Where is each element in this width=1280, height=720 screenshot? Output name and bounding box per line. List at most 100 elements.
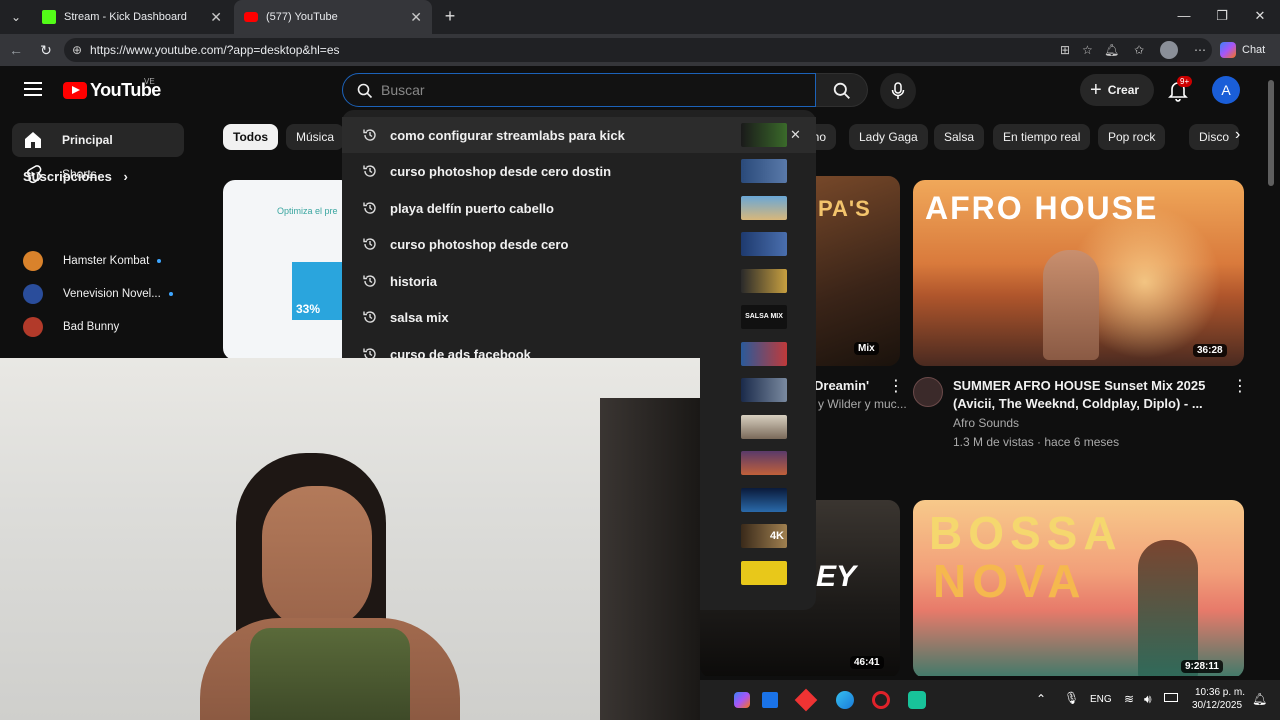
mix-badge: Mix [854,342,879,355]
close-tab-icon[interactable]: ✕ [210,9,222,26]
tab-title: Stream - Kick Dashboard [64,11,187,23]
suggestion-item[interactable]: historia [342,263,816,299]
video-channel[interactable]: y Wilder y muc... [818,397,907,411]
opera-app-icon[interactable] [872,691,890,709]
video-channel[interactable]: Afro Sounds [953,416,1019,430]
sidebar-item-label: Principal [62,133,113,147]
ad-percent: 33% [296,302,321,316]
voice-search-button[interactable] [880,73,916,109]
copilot-app-icon[interactable] [734,692,750,708]
volume-icon[interactable]: 🔊︎ [1144,692,1152,707]
video-title[interactable]: SUMMER AFRO HOUSE Sunset Mix 2025 (Avici… [953,377,1223,413]
suggestion-thumbnail [741,415,787,439]
subscription-item[interactable]: Venevision Novel... [12,279,184,309]
more-icon[interactable]: ⋯ [1194,43,1206,57]
search-button[interactable] [816,73,868,107]
channel-avatar [23,284,43,304]
video-duration: 9:28:11 [1181,660,1223,673]
kick-favicon-icon [42,10,56,24]
profile-icon[interactable] [1160,41,1178,59]
apps-icon[interactable]: ⊞ [1060,43,1070,57]
app-icon[interactable] [794,688,818,712]
chip-salsa[interactable]: Salsa [934,124,985,150]
new-tab-icon[interactable]: + [440,6,460,26]
reload-icon[interactable]: ↻ [36,40,56,60]
suggestion-thumbnail [741,451,787,475]
video-title-line: (Avicii, The Weeknd, Coldplay, Diplo) - … [953,396,1203,411]
site-info-icon[interactable]: ⊕ [72,43,82,57]
suggestion-thumbnail [741,269,787,293]
video-thumbnail[interactable]: AFRO HOUSE 36:28 [913,180,1244,366]
history-icon [363,238,376,250]
more-options-icon[interactable]: ⋮ [1232,376,1248,396]
channel-avatar[interactable] [913,377,943,407]
suggestion-thumbnail [741,378,787,402]
browser-tab-strip: ⌄ Stream - Kick Dashboard ✕ (577) YouTub… [0,0,1280,34]
thumbnail-text: PA'S [818,196,871,221]
video-duration: 36:28 [1193,344,1227,357]
subscription-item[interactable]: Hamster Kombat [12,246,184,276]
suggestion-item[interactable]: curso photoshop desde cero [342,226,816,262]
menu-icon[interactable] [24,82,42,96]
chevron-right-icon[interactable]: › [1235,126,1240,144]
ad-card[interactable]: Optimiza el pre 33% [223,180,353,360]
tab-list-icon[interactable]: ⌄ [6,7,26,27]
copilot-chat-button[interactable]: Chat [1220,38,1274,62]
app-icon[interactable] [908,691,926,709]
tab-kick-dashboard[interactable]: Stream - Kick Dashboard ✕ [32,0,232,34]
chip-todos[interactable]: Todos [223,124,279,150]
tab-youtube[interactable]: (577) YouTube ✕ [234,0,432,34]
create-button[interactable]: + Crear [1080,74,1154,106]
video-title[interactable]: Dreamin' [814,377,869,395]
back-icon[interactable]: ← [6,40,26,60]
url-text: https://www.youtube.com/?app=desktop&hl=… [90,43,340,57]
clock-time[interactable]: 10:36 p. m. [1195,687,1245,698]
subscriptions-heading[interactable]: Suscripciones › [23,169,128,184]
language-indicator[interactable]: ENG [1090,694,1112,705]
channel-name: Hamster Kombat [63,255,150,267]
video-thumbnail[interactable]: BOSSA NOVA 9:28:11 [913,500,1244,676]
chip-disco[interactable]: Disco [1189,124,1240,150]
suggestion-item[interactable]: salsa mix SALSA MIX [342,299,816,335]
chip-lady-gaga[interactable]: Lady Gaga [849,124,928,150]
remove-suggestion-icon[interactable]: ✕ [790,127,801,143]
favorites-icon[interactable]: ✩ [1134,43,1144,57]
suggestion-item[interactable]: como configurar streamlabs para kick ✕ [342,117,816,153]
plus-icon: + [1090,78,1102,101]
history-icon [363,311,376,323]
close-window-icon[interactable]: ✕ [1250,8,1270,24]
suggestion-text: curso photoshop desde cero [390,236,569,252]
sidebar-item-principal[interactable]: Principal [12,123,184,157]
chip-musica[interactable]: Música [286,124,345,150]
channel-name: Bad Bunny [63,321,120,333]
video-duration: 46:41 [850,656,884,669]
webcam-overlay [0,358,700,720]
suggestion-item[interactable]: curso photoshop desde cero dostin [342,153,816,189]
account-avatar[interactable]: A [1212,76,1240,104]
suggestion-item[interactable]: playa delfín puerto cabello [342,190,816,226]
battery-icon[interactable] [1164,693,1178,702]
search-input[interactable] [381,74,801,106]
chip-en-tiempo-real[interactable]: En tiempo real [993,124,1091,150]
channel-avatar [23,317,43,337]
wifi-icon[interactable]: ≋ [1124,692,1134,706]
edge-app-icon[interactable] [836,691,854,709]
thumbnail-figure [1043,250,1099,360]
show-hidden-icons-icon[interactable]: ⌃ [1036,692,1046,706]
subscription-item[interactable]: Bad Bunny [12,312,184,342]
microphone-icon[interactable]: 🎙︎ [1064,691,1079,705]
maximize-icon[interactable]: ❐ [1212,8,1232,24]
bell-icon[interactable]: 🔔︎ [1104,43,1119,57]
ad-text: Optimiza el pre [277,206,338,216]
suggestion-thumbnail [741,232,787,256]
favorite-star-icon[interactable]: ☆ [1082,43,1093,57]
close-tab-icon[interactable]: ✕ [410,9,422,26]
clock-date[interactable]: 30/12/2025 [1192,700,1242,711]
minimize-icon[interactable]: — [1174,8,1194,23]
notification-icon[interactable]: 🔔︎ [1252,692,1267,706]
chip-pop-rock[interactable]: Pop rock [1098,124,1166,150]
address-bar[interactable]: ⊕ https://www.youtube.com/?app=desktop&h… [64,38,1212,62]
store-app-icon[interactable] [762,692,778,708]
more-options-icon[interactable]: ⋮ [888,376,904,396]
scrollbar-thumb[interactable] [1268,80,1274,186]
